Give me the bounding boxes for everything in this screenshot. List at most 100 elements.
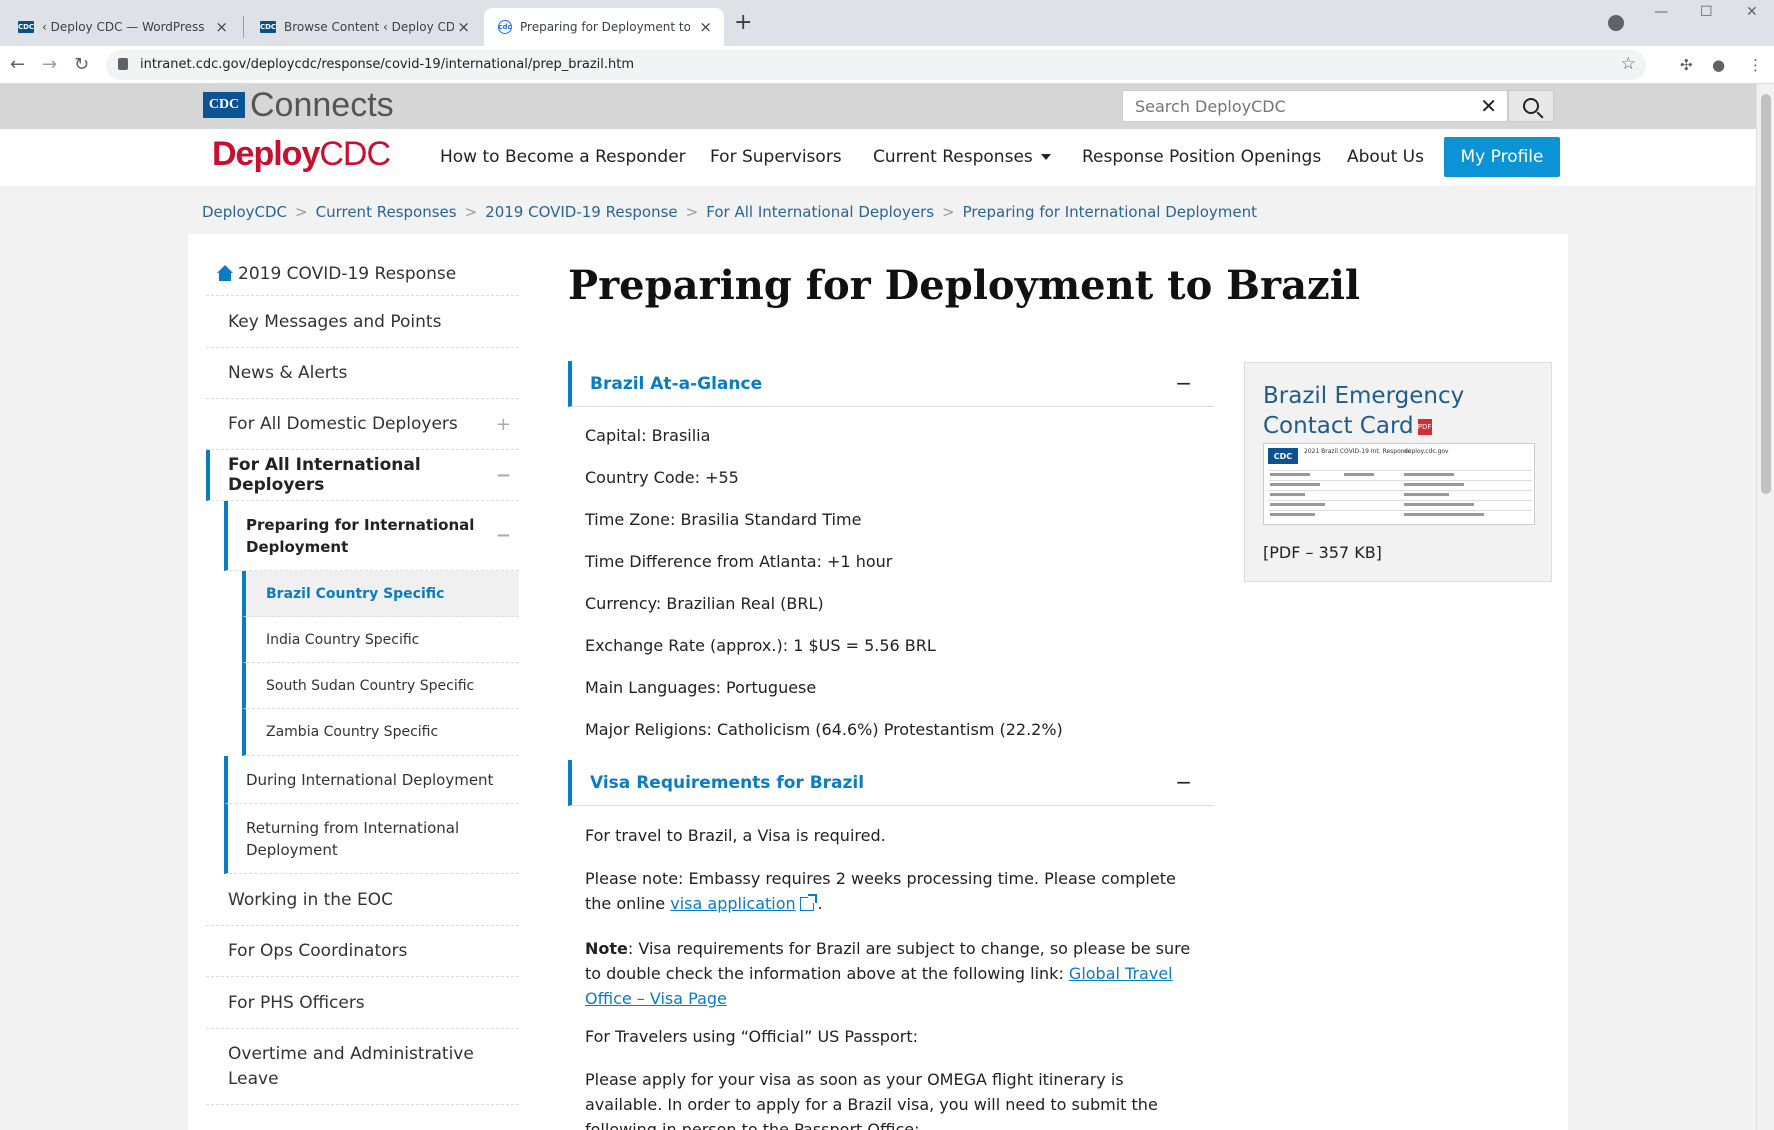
glance-item: Exchange Rate (approx.): 1 $US = 5.56 BR…	[585, 636, 936, 655]
visa-change-note: Note: Visa requirements for Brazil are s…	[585, 936, 1205, 1011]
breadcrumb-link[interactable]: Current Responses	[316, 203, 457, 221]
sidebar-home-link[interactable]: 2019 COVID-19 Response	[206, 252, 519, 296]
sidebar-item-overtime[interactable]: Overtime and Administrative Leave	[206, 1029, 519, 1105]
card-title: Brazil Emergency Contact Card	[1263, 383, 1465, 439]
sidebar-item-label: Overtime and Administrative Leave	[228, 1043, 474, 1089]
search-input[interactable]	[1123, 91, 1453, 121]
thumb-line	[1268, 490, 1532, 491]
tab-separator	[243, 16, 244, 38]
sidebar-item-label: Returning from International Deployment	[246, 818, 460, 859]
tab-title: Preparing for Deployment to Bra	[520, 20, 690, 34]
glance-item: Time Zone: Brasilia Standard Time	[585, 510, 862, 529]
sidebar-item-news-alerts[interactable]: News & Alerts	[206, 348, 519, 399]
thumb-text	[1404, 513, 1484, 516]
breadcrumb-separator: >	[942, 203, 955, 221]
nav-for-supervisors[interactable]: For Supervisors	[710, 147, 842, 167]
browser-tab-browse-content[interactable]: CDC Browse Content ‹ Deploy CDC — ×	[246, 8, 482, 46]
thumb-text	[1344, 473, 1374, 476]
official-passport-text: For Travelers using “Official” US Passpo…	[585, 1027, 918, 1046]
maximize-icon[interactable]: ☐	[1700, 4, 1713, 20]
visa-processing-note: Please note: Embassy requires 2 weeks pr…	[585, 866, 1205, 916]
sidebar-item-returning[interactable]: Returning from International Deployment	[224, 804, 519, 874]
browser-profile-icon[interactable]	[1608, 15, 1624, 31]
collapse-minus-icon[interactable]: −	[1175, 371, 1192, 395]
browser-menu-icon[interactable]: ⋮	[1748, 56, 1763, 74]
accordion-brazil-at-a-glance[interactable]: Brazil At-a-Glance −	[568, 361, 1214, 407]
close-tab-icon[interactable]: ×	[215, 18, 228, 36]
glance-item: Main Languages: Portuguese	[585, 678, 817, 697]
sidebar-item-preparing-international[interactable]: Preparing for International Deployment −	[224, 501, 519, 571]
note-label: Note	[585, 939, 628, 958]
sidebar-item-label: Key Messages and Points	[228, 311, 442, 332]
sidebar-item-label: India Country Specific	[266, 631, 420, 648]
page-scrollbar[interactable]	[1756, 84, 1774, 1130]
clear-search-icon[interactable]: ✕	[1480, 94, 1497, 118]
close-tab-icon[interactable]: ×	[457, 18, 470, 36]
contact-card-thumbnail[interactable]: CDC 2021 Brazil COVID-19 Int. Response d…	[1263, 443, 1535, 525]
nav-how-to-become-responder[interactable]: How to Become a Responder	[440, 147, 686, 167]
sidebar-item-india[interactable]: India Country Specific	[242, 617, 519, 663]
extensions-icon[interactable]: ✣	[1680, 56, 1693, 74]
forward-icon[interactable]: →	[42, 54, 57, 75]
close-tab-icon[interactable]: ×	[699, 18, 712, 36]
collapse-minus-icon[interactable]: −	[496, 525, 511, 547]
connects-logo-text[interactable]: Connects	[250, 86, 394, 125]
thumb-cdc-logo: CDC	[1268, 448, 1298, 464]
thumb-line	[1268, 470, 1532, 471]
cdc-logo[interactable]: CDC	[203, 92, 245, 118]
sidebar-item-ops-coordinators[interactable]: For Ops Coordinators	[206, 926, 519, 977]
sidebar-item-label: South Sudan Country Specific	[266, 677, 475, 694]
sidebar-item-phs-officers[interactable]: For PHS Officers	[206, 977, 519, 1029]
sidebar-item-south-sudan[interactable]: South Sudan Country Specific	[242, 663, 519, 709]
scrollbar-thumb[interactable]	[1761, 94, 1771, 494]
nav-current-responses[interactable]: Current Responses	[873, 147, 1051, 167]
sidebar-item-label: Preparing for International Deployment	[246, 515, 475, 556]
new-tab-icon[interactable]: +	[734, 10, 752, 35]
expand-plus-icon[interactable]: +	[496, 414, 511, 435]
deploycdc-logo[interactable]: DeployCDC	[212, 135, 391, 174]
tab-title: Browse Content ‹ Deploy CDC —	[284, 20, 454, 34]
search-button[interactable]	[1508, 90, 1554, 122]
back-icon[interactable]: ←	[10, 54, 25, 75]
sidebar-item-brazil[interactable]: Brazil Country Specific	[242, 571, 519, 617]
main-navigation: DeployCDC How to Become a Responder For …	[0, 129, 1756, 186]
breadcrumb-link[interactable]: DeployCDC	[202, 203, 287, 221]
sidebar-item-working-eoc[interactable]: Working in the EOC	[206, 874, 519, 926]
brand-bold: Deploy	[212, 135, 320, 173]
bookmark-star-icon[interactable]: ☆	[1621, 54, 1636, 74]
sidebar-item-during-deployment[interactable]: During International Deployment	[224, 756, 519, 804]
breadcrumb-current: Preparing for International Deployment	[962, 203, 1257, 221]
visa-note-end: .	[817, 894, 823, 913]
address-bar[interactable]: intranet.cdc.gov/deploycdc/response/covi…	[106, 50, 1646, 80]
reload-icon[interactable]: ↻	[74, 54, 89, 75]
nav-response-position-openings[interactable]: Response Position Openings	[1082, 147, 1321, 167]
browser-tab-wordpress[interactable]: CDC ‹ Deploy CDC — WordPress ×	[4, 8, 240, 46]
browser-tab-active[interactable]: cdc Preparing for Deployment to Bra ×	[484, 8, 724, 46]
url-text: intranet.cdc.gov/deploycdc/response/covi…	[140, 57, 634, 72]
thumb-text	[1404, 503, 1474, 506]
thumb-text	[1270, 473, 1310, 476]
my-profile-button[interactable]: My Profile	[1444, 137, 1560, 177]
visa-application-link[interactable]: visa application	[670, 894, 795, 913]
sidebar-nav: 2019 COVID-19 Response Key Messages and …	[206, 252, 519, 1105]
collapse-minus-icon[interactable]: −	[496, 465, 511, 486]
sidebar-home-label: 2019 COVID-19 Response	[238, 263, 457, 284]
sidebar-item-international-deployers[interactable]: For All International Deployers −	[206, 450, 519, 501]
accordion-visa-requirements[interactable]: Visa Requirements for Brazil −	[568, 760, 1214, 806]
minimize-icon[interactable]: —	[1654, 4, 1668, 20]
nav-about-us[interactable]: About Us	[1347, 147, 1424, 167]
breadcrumb-link[interactable]: 2019 COVID-19 Response	[485, 203, 678, 221]
collapse-minus-icon[interactable]: −	[1175, 770, 1192, 794]
cdc-favicon-icon: CDC	[259, 21, 277, 33]
close-window-icon[interactable]: ✕	[1746, 4, 1758, 20]
sidebar-item-domestic-deployers[interactable]: For All Domestic Deployers +	[206, 399, 519, 450]
account-icon[interactable]: ●	[1712, 56, 1725, 74]
tab-title: ‹ Deploy CDC — WordPress	[42, 20, 205, 34]
breadcrumb-link[interactable]: For All International Deployers	[706, 203, 934, 221]
sidebar-item-zambia[interactable]: Zambia Country Specific	[242, 709, 519, 756]
sidebar-item-label: Working in the EOC	[228, 889, 393, 910]
sidebar-item-key-messages[interactable]: Key Messages and Points	[206, 296, 519, 348]
emergency-contact-card-link[interactable]: Brazil Emergency Contact Card PDF	[1263, 381, 1543, 441]
sidebar-item-label: For All International Deployers	[228, 455, 421, 495]
lock-icon	[118, 58, 128, 70]
